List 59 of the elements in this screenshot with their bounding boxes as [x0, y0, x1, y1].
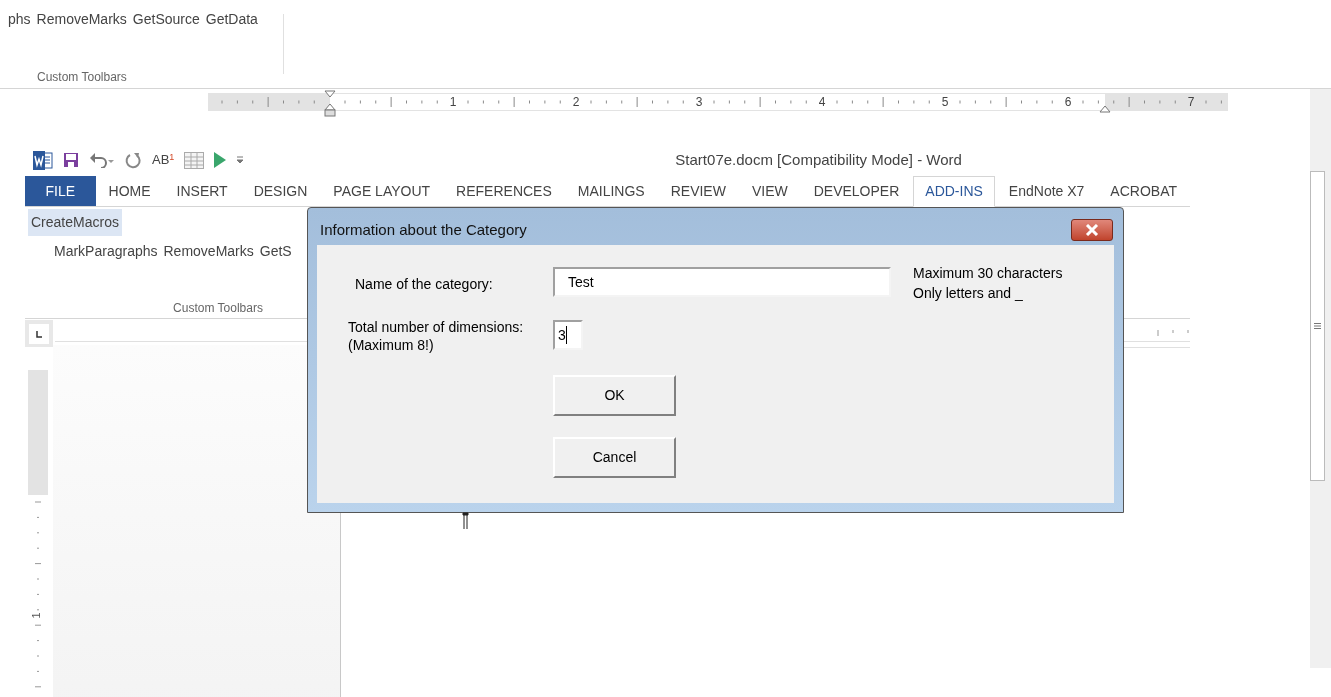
ribbon-tab[interactable]: DESIGN [241, 176, 320, 206]
undo-icon[interactable] [89, 152, 115, 168]
ribbon-tab[interactable]: EndNote X7 [996, 176, 1097, 206]
ribbon-command[interactable]: phs [8, 9, 31, 30]
field-value: 3 [558, 325, 566, 345]
ribbon-command[interactable]: RemoveMarks [36, 9, 127, 30]
ribbon-tab[interactable]: PAGE LAYOUT [321, 176, 443, 206]
mouse-cursor-icon [461, 512, 470, 530]
ruler-number: 1 [30, 612, 42, 619]
group-label: Custom Toolbars [36, 69, 128, 86]
right-indent-marker-icon[interactable] [1099, 105, 1111, 113]
ribbon-command[interactable]: GetS [259, 241, 292, 262]
close-button[interactable] [1071, 218, 1113, 241]
dimensions-field[interactable]: 3 [553, 320, 583, 350]
close-icon [1085, 223, 1099, 236]
ruler-number: 1 [449, 94, 457, 111]
cancel-button[interactable]: Cancel [553, 437, 676, 478]
ruler-number: 7 [1187, 94, 1195, 111]
ruler-number: 4 [818, 94, 826, 111]
table-icon[interactable] [184, 151, 205, 169]
ribbon-tab[interactable]: ADD-INS [913, 176, 995, 207]
run-icon[interactable] [214, 152, 227, 168]
ribbon-tab[interactable]: REFERENCES [444, 176, 564, 206]
ruler-number: 2 [572, 94, 580, 111]
field-label: Total number of dimensions: [348, 318, 525, 336]
ribbon-tab[interactable]: INSERT [164, 176, 240, 206]
grip-icon [1314, 323, 1321, 329]
ribbon-menu-item[interactable]: CreateMacros [28, 209, 122, 236]
ruler-number: 3 [695, 94, 703, 111]
format-button[interactable]: AB$^{1}$ [152, 150, 175, 170]
ribbon-command[interactable]: GetSource [132, 9, 200, 30]
ruler-number: 6 [1064, 94, 1072, 111]
ribbon-tab[interactable]: DEVELOPER [801, 176, 912, 206]
dialog-title: Information about the Category [320, 220, 527, 241]
ruler-number: 5 [941, 94, 949, 111]
ok-button[interactable]: OK [553, 375, 676, 416]
hint-text: Only letters and _ [913, 284, 1024, 303]
window-title: Start07e.docm [Compatibility Mode] - Word [675, 149, 962, 170]
ribbon-tab[interactable]: ACROBAT [1098, 176, 1189, 206]
text-caret [565, 326, 567, 344]
word-logo-icon[interactable] [33, 150, 53, 170]
customize-caret-icon[interactable] [236, 156, 245, 164]
tab-selector-icon[interactable] [29, 323, 49, 344]
redo-icon[interactable] [125, 151, 142, 169]
hint-text: Maximum 30 characters [913, 264, 1063, 283]
ribbon-tab[interactable]: VIEW [739, 176, 800, 206]
ribbon-tab[interactable]: MAILINGS [565, 176, 657, 206]
ribbon-command[interactable]: RemoveMarks [163, 241, 254, 262]
file-tab[interactable]: FILE [25, 176, 96, 206]
ribbon-command[interactable]: GetData [205, 9, 258, 30]
category-name-field[interactable]: Test [553, 267, 891, 297]
ribbon-tab[interactable]: HOME [96, 176, 163, 206]
ribbon-tab[interactable]: REVIEW [658, 176, 738, 206]
ribbon-command[interactable]: MarkParagraphs [54, 241, 158, 262]
save-icon[interactable] [63, 152, 79, 168]
field-note: (Maximum 8!) [348, 336, 435, 354]
group-label: Custom Toolbars [172, 300, 264, 317]
field-label: Name of the category: [354, 275, 494, 294]
indent-marker-icon[interactable] [324, 90, 336, 118]
